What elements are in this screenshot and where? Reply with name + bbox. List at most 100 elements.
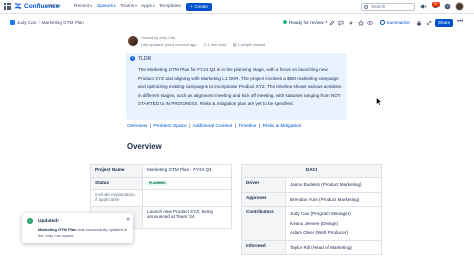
daci-table: DACI Driver Jason Budekis (Product Marke…	[241, 164, 382, 255]
info-icon: i	[130, 56, 135, 61]
informed-label: Informed	[241, 239, 286, 255]
star-icon[interactable]	[358, 20, 364, 26]
status-lozenge[interactable]: PLANNING	[147, 180, 168, 186]
contributors-value[interactable]: Judy Cao (Program Manager) Keanu Jeevee …	[285, 206, 382, 241]
summarize-label: Summarize	[386, 19, 410, 25]
page-links: Overview | Problem Space | Additional Co…	[127, 124, 301, 129]
nav-recent[interactable]: Recent▾	[74, 4, 92, 9]
link-separator: |	[258, 124, 261, 129]
status-selector[interactable]: Ready for review ▾	[283, 20, 327, 25]
daci-header: DACI	[241, 164, 382, 178]
breadcrumb-space[interactable]: Judy Cao	[17, 20, 36, 25]
link-separator: |	[189, 124, 191, 129]
chevron-down-icon: ▾	[90, 3, 92, 8]
nav-home[interactable]: Home	[48, 4, 61, 9]
read-time: ◷ 1 min read	[203, 43, 225, 47]
chevron-down-icon: ▾	[114, 3, 116, 8]
nav-spaces-label: Spaces	[97, 3, 113, 9]
nav-teams-label: Teams	[120, 3, 135, 9]
create-button[interactable]: + Create	[186, 2, 212, 11]
lightning-icon[interactable]	[348, 20, 354, 26]
clock-icon: ◷	[203, 42, 207, 47]
link-icon[interactable]	[426, 20, 432, 26]
person-mention[interactable]: Adam Olver (Web Producer)	[290, 228, 377, 238]
status-cell[interactable]: PLANNING	[142, 177, 232, 190]
breadcrumb-page[interactable]: Marketing GTM Plan	[42, 20, 84, 25]
create-button-label: Create	[194, 4, 208, 9]
link-problem-space[interactable]: Problem Space	[153, 124, 186, 129]
megaphone-icon[interactable]	[420, 3, 427, 10]
mouse-cursor-icon	[376, 97, 382, 106]
chevron-down-icon: ▾	[325, 20, 328, 24]
nav-apps[interactable]: Apps▾	[141, 4, 155, 9]
driver-label: Driver	[241, 177, 286, 193]
comment-icon[interactable]	[338, 20, 344, 26]
table-row: Project Name Marketing GTM Plan - FY24 Q…	[90, 164, 232, 178]
person-mention[interactable]: Taylor Rill (Head of Marketing)	[290, 243, 377, 253]
tldr-heading: TLDR	[138, 56, 152, 62]
toast-title: Updated!	[38, 218, 59, 224]
page-meta: Last updated: just a moment ago ◷ 1 min …	[141, 42, 271, 47]
status-label: Status	[90, 177, 143, 190]
link-additional-context[interactable]: Additional Context	[193, 124, 233, 129]
approver-label: Approver	[241, 191, 286, 207]
link-risks-mitigation[interactable]: Risks & Mitigation	[263, 124, 302, 129]
author-avatar[interactable]	[128, 36, 138, 46]
driver-value[interactable]: Jason Budekis (Product Marketing)	[285, 177, 382, 193]
search-icon	[364, 4, 368, 9]
table-row: Driver Jason Budekis (Product Marketing)	[241, 177, 382, 193]
close-icon[interactable]: ✕	[126, 217, 130, 223]
plus-icon: +	[190, 4, 193, 9]
table-row: Informed Taylor Rill (Head of Marketing)	[241, 239, 382, 255]
person-mention[interactable]: Brendan Yunt (Product Marketing)	[290, 195, 377, 205]
person-mention[interactable]: Keanu Jeevee (Design)	[290, 219, 377, 229]
section-heading: Overview	[127, 142, 162, 151]
table-row: Approver Brendan Yunt (Product Marketing…	[241, 191, 382, 207]
informed-value[interactable]: Taylor Rill (Head of Marketing)	[285, 239, 382, 255]
more-actions-icon[interactable]: •••	[457, 19, 463, 25]
toast-message: Marketing GTM Plan was successfully upda…	[38, 227, 130, 238]
chevron-down-icon: ▾	[152, 3, 155, 8]
last-updated: Last updated: just a moment ago	[141, 42, 197, 47]
status-label: Ready for review	[289, 19, 324, 25]
confluence-logo-icon	[14, 2, 22, 10]
watch-eye-icon[interactable]	[367, 20, 373, 26]
link-separator: |	[149, 124, 152, 129]
tldr-info-panel: i TLDR The Marketing GTM Plan for FY24 Q…	[126, 53, 347, 120]
search-placeholder: Search	[371, 3, 386, 9]
table-row: Status PLANNING	[90, 177, 232, 190]
help-icon[interactable]: ?	[444, 3, 451, 10]
table-header-row: DACI	[241, 164, 382, 178]
project-name-label: Project Name	[90, 164, 143, 178]
link-overview[interactable]: Overview	[127, 124, 147, 129]
user-avatar[interactable]	[455, 2, 464, 11]
search-input[interactable]: Search	[361, 2, 415, 11]
breadcrumb: Judy Cao / Marketing GTM Plan	[10, 20, 84, 25]
view-count[interactable]: ▥ 1 people viewed	[233, 43, 265, 47]
empty-cell[interactable]	[142, 189, 232, 207]
edit-icon[interactable]	[329, 20, 335, 26]
breadcrumb-separator: /	[38, 20, 40, 25]
owner-byline: Owned by Judy Cao	[141, 35, 176, 40]
contributors-label: Contributors	[241, 206, 286, 241]
lock-icon[interactable]	[416, 20, 422, 26]
share-button[interactable]: Share	[435, 18, 453, 27]
tldr-body: The Marketing GTM Plan for FY24 Q4 is in…	[138, 67, 342, 107]
read-time-label: 1 min read	[207, 42, 226, 47]
nav-teams[interactable]: Teams▾	[120, 4, 137, 9]
notification-badge: 9+	[432, 1, 440, 7]
summarize-button[interactable]: Summarize	[380, 19, 410, 25]
link-timeline[interactable]: Timeline	[238, 124, 256, 129]
nav-templates[interactable]: Templates	[159, 4, 181, 9]
person-mention[interactable]: Jason Budekis (Product Marketing)	[290, 180, 377, 190]
app-switcher-icon[interactable]	[4, 3, 11, 10]
table-row: Contributors Judy Cao (Program Manager) …	[241, 206, 382, 241]
person-mention[interactable]: Judy Cao (Program Manager)	[290, 209, 377, 219]
project-name-value[interactable]: Marketing GTM Plan - FY24 Q4	[142, 164, 232, 178]
table-row: Include explanation, if applicable	[90, 189, 232, 207]
status-dot-icon	[283, 20, 287, 24]
goal-value[interactable]: Launch new Product XYZ, being announced …	[142, 206, 232, 229]
approver-value[interactable]: Brendan Yunt (Product Marketing)	[285, 191, 382, 207]
nav-spaces[interactable]: Spaces▾	[97, 4, 116, 9]
toast-page-name: Marketing GTM Plan	[38, 227, 77, 232]
